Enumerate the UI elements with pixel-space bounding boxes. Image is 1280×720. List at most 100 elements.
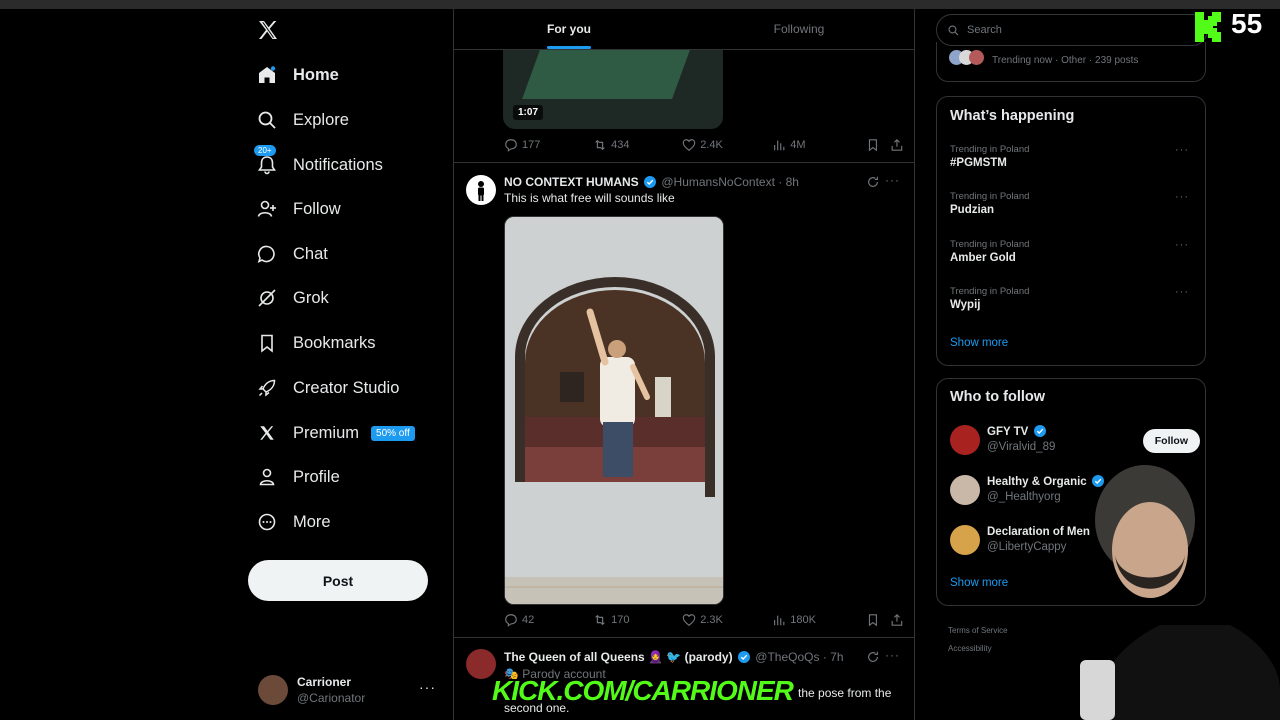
tab-following[interactable]: Following	[684, 9, 914, 49]
trend-item[interactable]: Trending in Poland Amber Gold ···	[950, 239, 1195, 271]
nav-profile[interactable]: Profile	[256, 461, 340, 493]
reply-button[interactable]: 177	[504, 138, 593, 152]
nav-label: Creator Studio	[293, 378, 400, 397]
whats-happening-card: What’s happening Trending in Poland #PGM…	[936, 96, 1206, 366]
show-more-link[interactable]: Show more	[950, 577, 1008, 589]
like-button[interactable]: 2.4K	[682, 138, 772, 152]
nav-label: Bookmarks	[293, 333, 376, 352]
trend-item[interactable]: Trending in Poland #PGMSTM ···	[950, 144, 1195, 176]
trend-item[interactable]: Trending in Poland Pudzian ···	[950, 191, 1195, 223]
post-button[interactable]: Post	[248, 560, 428, 601]
repost-button[interactable]: 434	[593, 138, 682, 152]
repost-icon	[595, 614, 605, 626]
share-icon[interactable]	[890, 138, 904, 152]
nav-label: Grok	[293, 288, 329, 307]
tweet-author-name[interactable]: NO CONTEXT HUMANS	[504, 175, 639, 189]
trend-more-icon[interactable]: ···	[1175, 144, 1189, 156]
footer-links: Terms of Service Accessibility	[948, 622, 1008, 658]
nav-more[interactable]: More	[256, 506, 331, 538]
avatar	[258, 675, 288, 705]
accessibility-link[interactable]: Accessibility	[948, 640, 1008, 658]
tweet-video[interactable]: 1:07	[503, 49, 723, 129]
more-circle-icon	[256, 511, 278, 533]
bell-icon: 20+	[254, 145, 278, 176]
tweet-text: the pose from the	[798, 686, 892, 700]
tweet-more-icon[interactable]: ···	[885, 648, 900, 662]
timeline-tabs: For you Following	[454, 9, 914, 50]
tweet-author-handle[interactable]: @TheQoQs	[755, 650, 819, 664]
tweet-author-handle[interactable]: @HumansNoContext	[661, 175, 775, 189]
grok-explain-icon[interactable]	[866, 650, 880, 664]
nav-label: More	[293, 512, 331, 531]
nav-follow[interactable]: Follow	[256, 193, 341, 225]
grok-explain-icon[interactable]	[866, 175, 880, 189]
terms-link[interactable]: Terms of Service	[948, 622, 1008, 640]
nav-grok[interactable]: Grok	[256, 282, 329, 314]
kick-viewer-count: 55	[1231, 8, 1263, 39]
nav-bookmarks[interactable]: Bookmarks	[256, 327, 376, 359]
tweet-header: NO CONTEXT HUMANS @HumansNoContext · 8h	[504, 175, 799, 189]
views-button[interactable]: 180K	[772, 613, 866, 627]
follow-button[interactable]: Follow	[1142, 429, 1200, 453]
section-title: Who to follow	[950, 389, 1046, 405]
account-more-icon[interactable]: ···	[419, 679, 436, 695]
trending-now-card[interactable]: Trending now · Other · 239 posts	[936, 42, 1206, 82]
views-button[interactable]: 4M	[772, 138, 866, 152]
search-input[interactable]	[965, 23, 1189, 37]
tweet-actions: 177 434 2.4K 4M	[504, 136, 904, 154]
nav-chat[interactable]: Chat	[256, 238, 328, 270]
like-button[interactable]: 2.3K	[682, 613, 772, 627]
x-logo-icon[interactable]	[256, 18, 280, 42]
trend-item[interactable]: Trending in Poland Wypij ···	[950, 286, 1195, 318]
browser-top-bar	[0, 0, 1280, 9]
verified-badge-icon	[644, 176, 657, 188]
reply-icon	[505, 614, 517, 627]
tweet-divider	[454, 637, 914, 638]
reply-icon	[505, 139, 517, 152]
trend-more-icon[interactable]: ···	[1175, 286, 1189, 298]
home-icon	[256, 64, 278, 86]
reply-button[interactable]: 42	[504, 613, 593, 627]
account-name: Carrioner	[297, 675, 352, 689]
repost-icon	[595, 139, 605, 151]
trend-more-icon[interactable]: ···	[1175, 239, 1189, 251]
tweet-video[interactable]	[504, 216, 724, 605]
verified-badge-icon	[1033, 425, 1046, 437]
video-frame	[522, 49, 694, 99]
tab-for-you[interactable]: For you	[454, 9, 684, 49]
nav-label: Home	[293, 65, 339, 84]
show-more-link[interactable]: Show more	[950, 337, 1008, 349]
nav-home[interactable]: Home	[256, 59, 339, 91]
person-silhouette-icon	[478, 181, 484, 201]
nav-label: Follow	[293, 199, 341, 218]
bookmark-icon[interactable]	[866, 138, 880, 152]
tweet-time[interactable]: · 7h	[823, 650, 844, 664]
tweet-author-name[interactable]: The Queen of all Queens 🧕 🐦 (parody)	[504, 650, 733, 664]
nav-label: Notifications	[293, 155, 383, 174]
notification-badge: 20+	[254, 145, 276, 156]
tweet-time[interactable]: · 8h	[778, 175, 799, 189]
tweet-actions: 42 170 2.3K 180K	[504, 611, 904, 629]
nav-premium[interactable]: Premium 50% off	[256, 417, 415, 449]
nav-creator-studio[interactable]: Creator Studio	[256, 372, 399, 404]
account-switcher[interactable]: Carrioner @Carionator ···	[258, 673, 448, 707]
person-add-icon	[256, 198, 278, 220]
nav-explore[interactable]: Explore	[256, 104, 349, 136]
follow-suggestion[interactable]: GFY TV @Viralvid_89 Follow	[950, 424, 1200, 456]
video-duration: 1:07	[513, 105, 544, 120]
tweet-author-avatar[interactable]	[466, 175, 496, 205]
share-icon[interactable]	[890, 613, 904, 627]
rocket-icon	[256, 377, 278, 399]
repost-button[interactable]: 170	[593, 613, 682, 627]
avatar	[950, 425, 980, 455]
trend-more-icon[interactable]: ···	[1175, 191, 1189, 203]
nav-notifications[interactable]: 20+ Notifications	[254, 145, 383, 181]
tweet-more-icon[interactable]: ···	[885, 173, 900, 187]
video-frame	[505, 217, 723, 604]
person-icon	[256, 466, 278, 488]
account-handle: @Carionator	[297, 691, 366, 705]
timeline[interactable]: For you Following 1:07 177 434 2.4K 4M N…	[453, 9, 915, 720]
bookmark-icon[interactable]	[866, 613, 880, 627]
views-icon	[774, 615, 785, 626]
heart-icon	[682, 614, 696, 626]
